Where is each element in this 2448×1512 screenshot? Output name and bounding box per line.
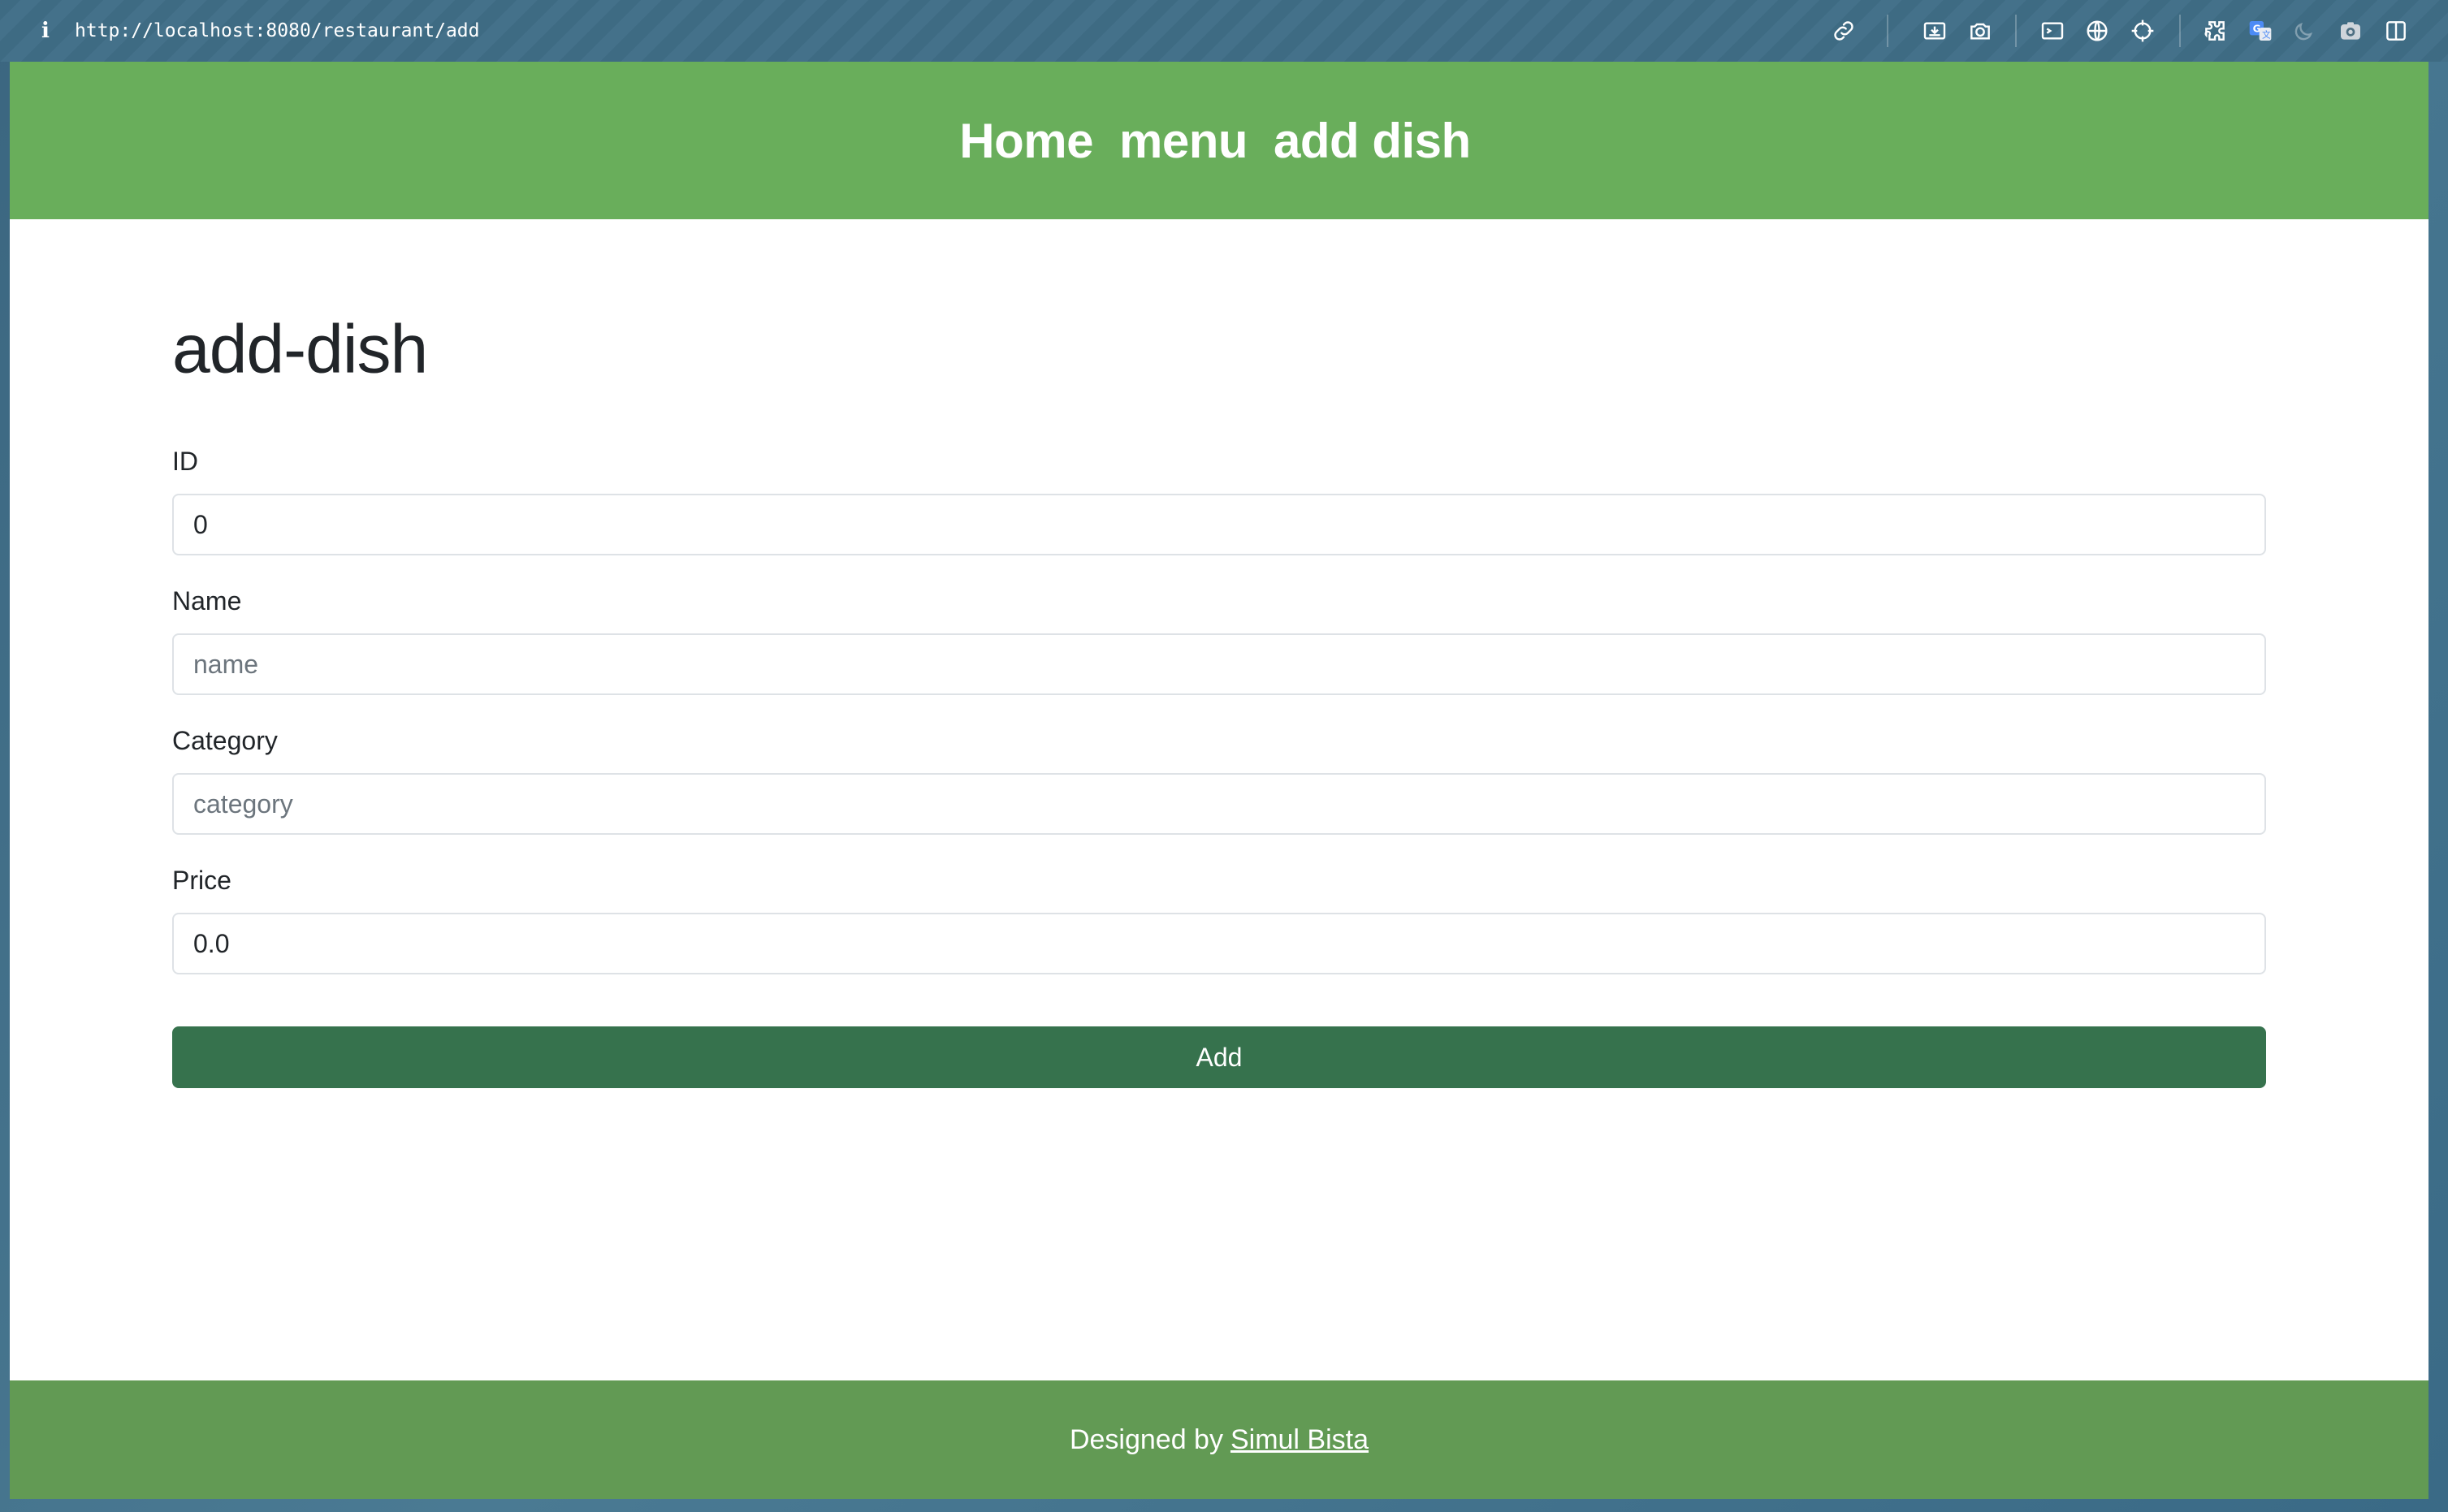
- save-page-icon[interactable]: [1920, 16, 1949, 45]
- nav-menu-link[interactable]: menu: [1119, 113, 1248, 169]
- toolbar-divider: [2179, 15, 2181, 47]
- link-icon[interactable]: [1829, 16, 1858, 45]
- price-field[interactable]: [172, 913, 2266, 974]
- main-nav: Home menu add dish: [959, 113, 1471, 169]
- nav-add-dish-link[interactable]: add dish: [1274, 113, 1471, 169]
- address-bar[interactable]: http://localhost:8080/restaurant/add: [75, 16, 480, 45]
- screenshot-icon[interactable]: [2336, 16, 2365, 45]
- name-label: Name: [172, 586, 242, 616]
- price-label: Price: [172, 866, 231, 895]
- category-label: Category: [172, 726, 278, 755]
- translate-icon[interactable]: G文: [2246, 16, 2275, 45]
- nav-home-link[interactable]: Home: [959, 113, 1093, 169]
- globe-icon[interactable]: [2083, 16, 2112, 45]
- add-button[interactable]: Add: [172, 1026, 2266, 1088]
- site-footer: Designed by Simul Bista: [10, 1380, 2429, 1499]
- id-label: ID: [172, 447, 198, 476]
- camera-icon[interactable]: [1966, 16, 1995, 45]
- browser-toolbar: i http://localhost:8080/restaurant/add G…: [0, 0, 2448, 62]
- footer-text: Designed by: [1069, 1423, 1223, 1455]
- extensions-icon[interactable]: [2200, 16, 2230, 45]
- info-icon[interactable]: i: [36, 16, 55, 45]
- toolbar-divider: [2015, 15, 2017, 47]
- toolbar-divider: [1887, 15, 1888, 47]
- name-field[interactable]: [172, 633, 2266, 695]
- crosshair-icon[interactable]: [2128, 16, 2157, 45]
- site-header: Home menu add dish: [10, 62, 2429, 219]
- id-field[interactable]: [172, 494, 2266, 555]
- terminal-icon[interactable]: [2038, 16, 2067, 45]
- sidebar-icon[interactable]: [2381, 16, 2411, 45]
- page-title: add-dish: [172, 310, 428, 387]
- category-field[interactable]: [172, 773, 2266, 835]
- author-link[interactable]: Simul Bista: [1230, 1424, 1369, 1456]
- moon-icon[interactable]: [2290, 16, 2319, 45]
- svg-text:文: 文: [2262, 30, 2271, 41]
- page-viewport: Home menu add dish add-dish ID Name Cate…: [10, 62, 2429, 1499]
